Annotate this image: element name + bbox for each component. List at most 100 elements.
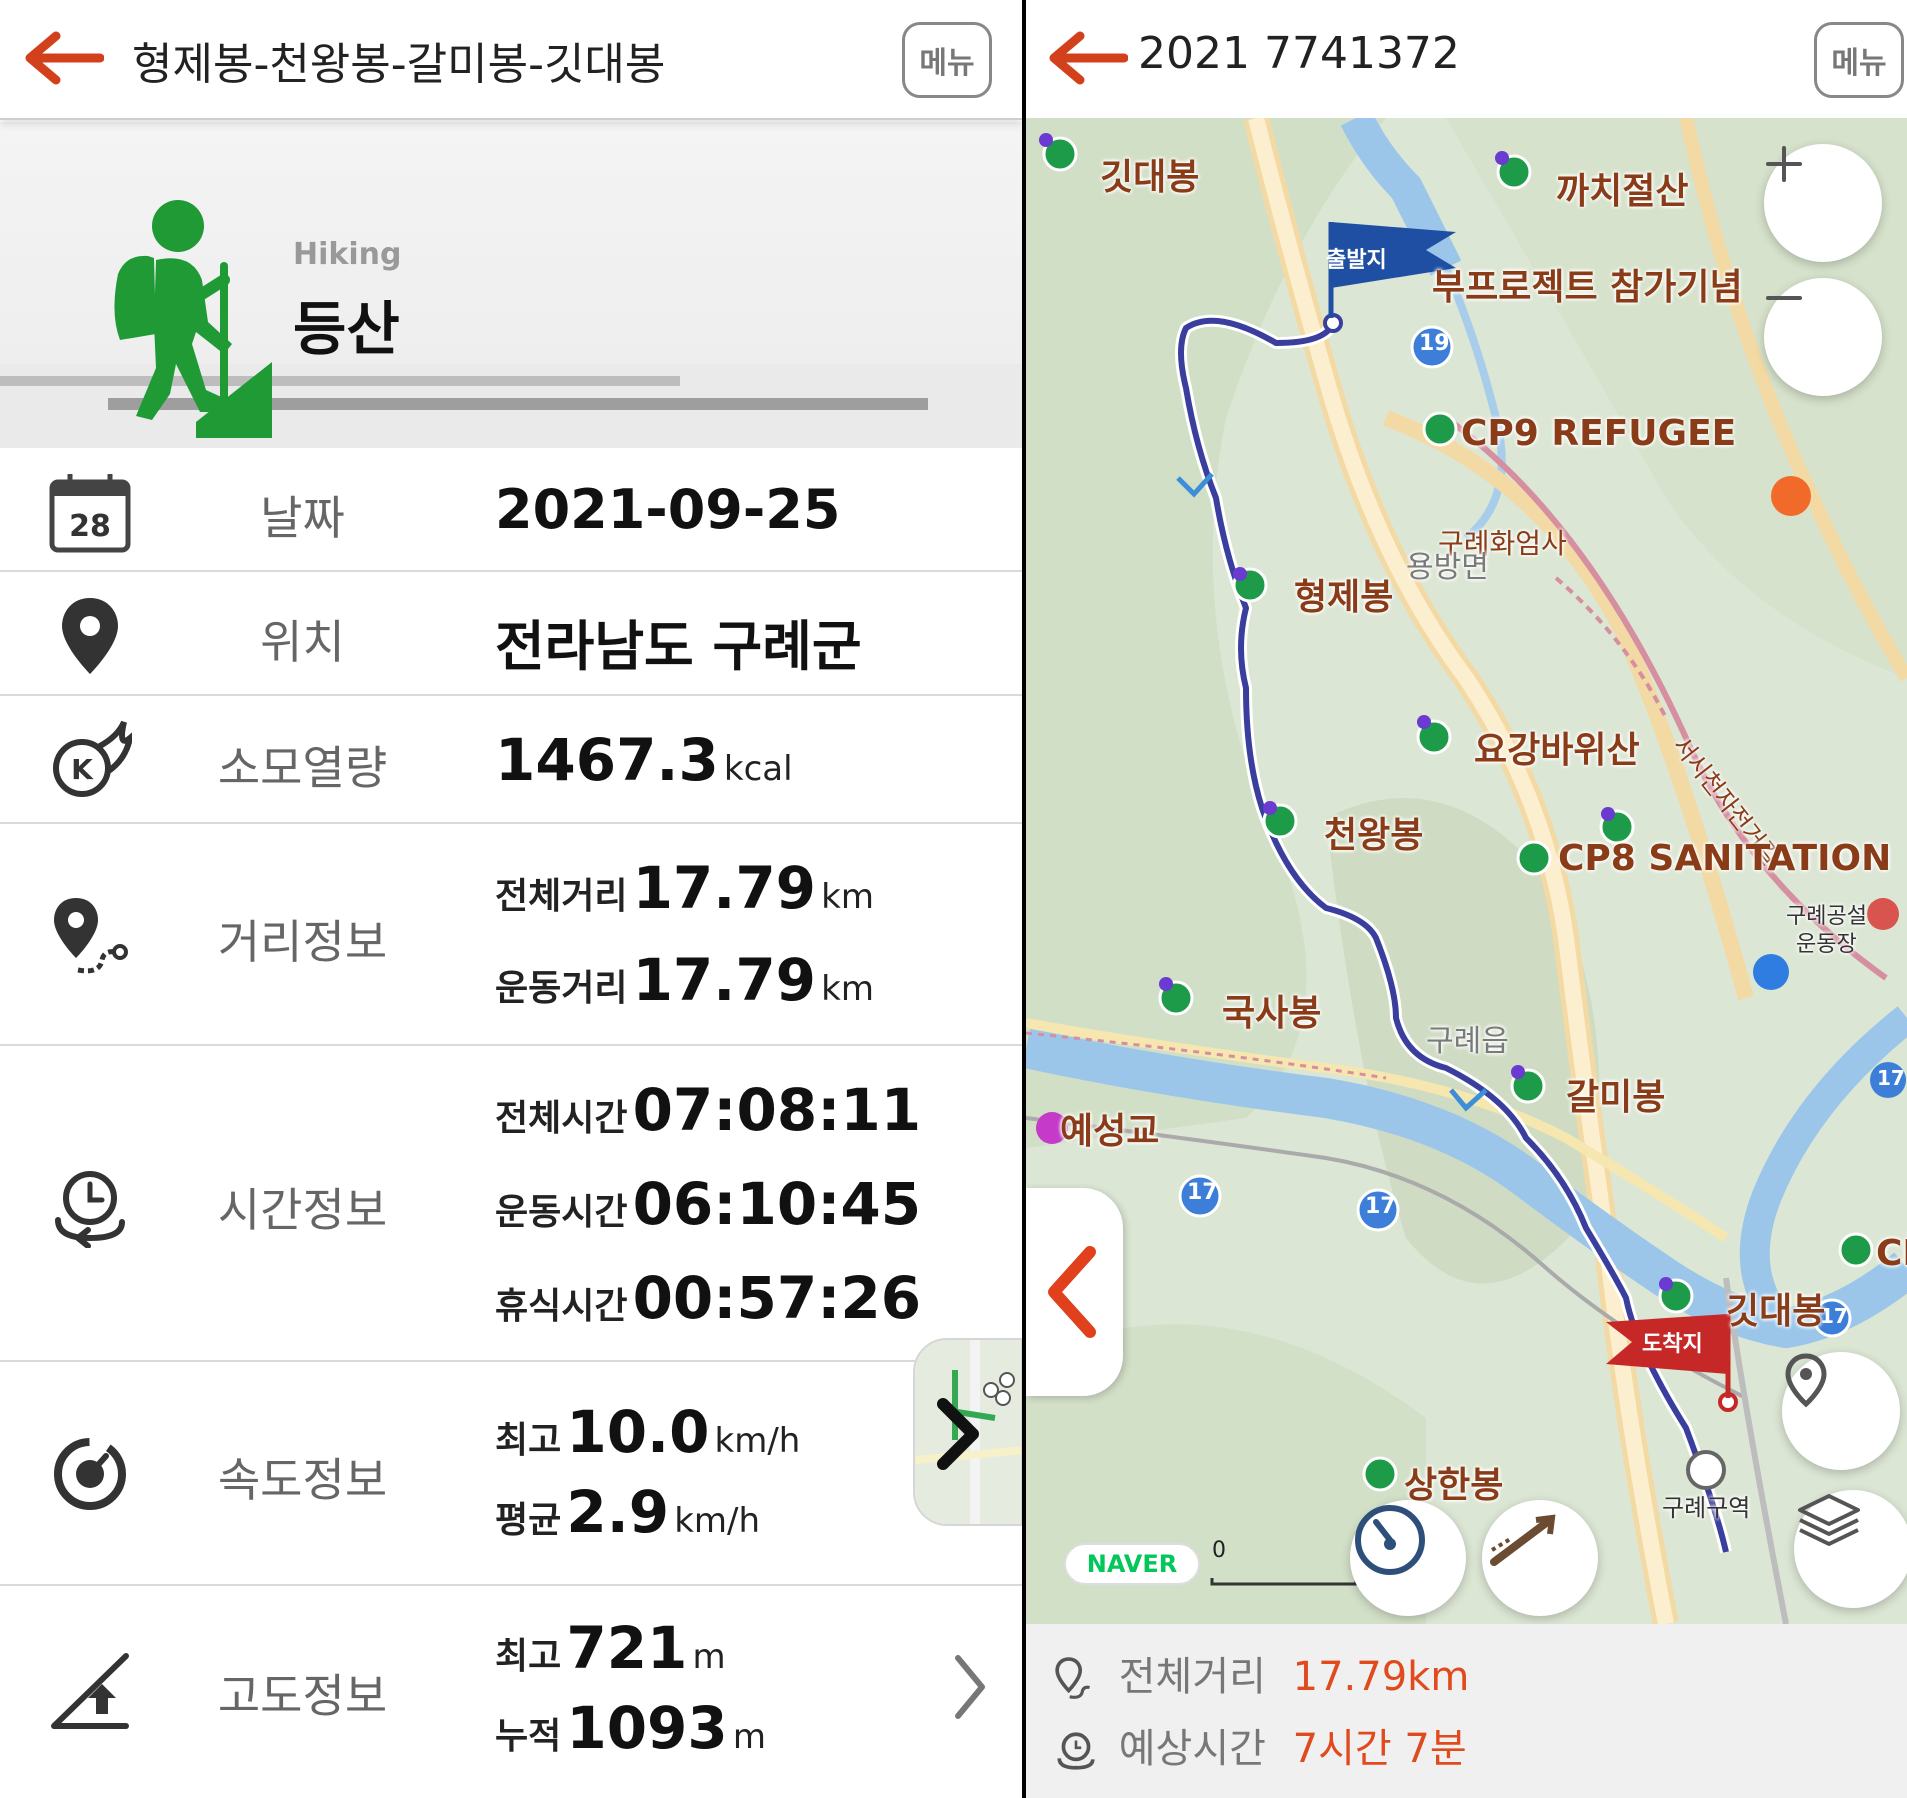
- elevation-chart-icon: [1490, 1514, 1556, 1566]
- moving-distance-unit: km: [821, 969, 874, 1009]
- route-map-panel: 2021 7741372 메뉴 19 17 17 17 17 깃대봉 까치절산 …: [1026, 0, 1907, 1798]
- calendar-day-number: 28: [69, 509, 111, 544]
- map-preview-button[interactable]: [913, 1338, 1022, 1526]
- map-label-cp8[interactable]: CP8 SANITATION: [1558, 838, 1891, 879]
- plus-icon: [1766, 146, 1802, 182]
- map-label-project[interactable]: 부프로젝트 참가기념: [1432, 258, 1743, 310]
- speedometer-icon: [1355, 1505, 1425, 1575]
- estimated-time-value: 7시간 7분: [1292, 1726, 1467, 1772]
- max-altitude-label: 최고: [495, 1636, 562, 1677]
- speedometer-icon: [54, 1438, 126, 1510]
- location-row: 위치 전라남도 구례군: [0, 572, 1022, 696]
- clock-icon: [1057, 1732, 1095, 1770]
- route-title: 2021 7741372: [1138, 28, 1460, 79]
- estimated-time-label: 예상시간: [1118, 1726, 1266, 1772]
- svg-text:K: K: [71, 753, 94, 786]
- map-view[interactable]: 19 17 17 17 17 깃대봉 까치절산 부프로젝트 참가기념 출발지 C…: [1026, 118, 1907, 1624]
- menu-button[interactable]: 메뉴: [1814, 22, 1904, 98]
- distance-route-icon: [54, 898, 128, 974]
- calories-row: K 소모열량 1467.3 kcal: [0, 696, 1022, 824]
- date-row: 28 날짜 2021-09-25: [0, 448, 1022, 572]
- layers-icon: [1798, 1494, 1860, 1546]
- moving-time-label: 운동시간: [495, 1192, 628, 1233]
- road-number: 17: [1365, 1194, 1396, 1219]
- map-label-kkachi[interactable]: 까치절산: [1556, 162, 1688, 214]
- total-distance-unit: km: [821, 877, 874, 917]
- total-distance-value: 17.79km: [1292, 1654, 1470, 1700]
- time-row: 시간정보 전체시간 07:08:11 운동시간 06:10:45 휴식시간 00…: [0, 1046, 1022, 1362]
- map-label-gitdaebong[interactable]: 깃대봉: [1100, 148, 1199, 200]
- road-number: 19: [1419, 331, 1450, 356]
- calorie-fire-icon: K: [53, 720, 132, 797]
- map-label-cheonwang[interactable]: 천왕봉: [1324, 806, 1423, 858]
- activity-banner: Hiking 등산: [0, 122, 1022, 448]
- chevron-right-icon[interactable]: [950, 1652, 990, 1722]
- route-summary: 전체거리 17.79km 예상시간 7시간 7분: [1026, 1624, 1907, 1798]
- map-label-galmi[interactable]: 갈미봉: [1566, 1068, 1665, 1120]
- menu-button[interactable]: 메뉴: [902, 22, 992, 98]
- avg-speed-unit: km/h: [674, 1501, 761, 1541]
- location-label: 위치: [260, 615, 345, 669]
- location-value: 전라남도 구례군: [495, 615, 862, 678]
- distance-label: 거리정보: [217, 915, 388, 969]
- left-top-bar: 형제봉-천왕봉-갈미봉-깃대봉 메뉴: [0, 0, 1022, 120]
- map-layers-button[interactable]: [1794, 1490, 1907, 1608]
- page-title: 형제봉-천왕봉-갈미봉-깃대봉: [132, 39, 666, 90]
- location-pin-icon: [62, 598, 118, 674]
- total-time-value: 07:08:11: [632, 1076, 922, 1144]
- total-distance-label: 전체거리: [1118, 1654, 1266, 1700]
- zoom-in-button[interactable]: [1764, 144, 1882, 262]
- speed-row: 속도정보 최고 10.0 km/h 평균 2.9 km/h: [0, 1362, 1022, 1586]
- distance-route-icon: [1055, 1657, 1090, 1699]
- back-arrow-icon[interactable]: [24, 28, 104, 88]
- rest-time-value: 00:57:26: [632, 1264, 922, 1332]
- road-number: 17: [1187, 1180, 1218, 1205]
- total-distance-label: 전체거리: [495, 876, 628, 917]
- max-altitude-unit: m: [692, 1637, 726, 1677]
- map-label-cp-partial[interactable]: CP: [1876, 1233, 1907, 1274]
- moving-time-value: 06:10:45: [632, 1170, 922, 1238]
- map-label-undongjang: 운동장: [1796, 932, 1857, 957]
- map-label-guksa[interactable]: 국사봉: [1222, 984, 1321, 1036]
- chevron-left-icon: [1048, 1246, 1096, 1338]
- activity-type-en: Hiking: [293, 237, 402, 272]
- calendar-icon: 28: [49, 474, 131, 553]
- max-speed-value: 10.0: [566, 1398, 710, 1466]
- my-location-button[interactable]: [1782, 1352, 1900, 1470]
- altitude-row[interactable]: 고도정보 최고 721 m 누적 1093 m: [0, 1586, 1022, 1798]
- zoom-out-button[interactable]: [1764, 278, 1882, 396]
- right-top-bar: 2021 7741372 메뉴: [1026, 0, 1907, 118]
- cumulative-altitude-value: 1093: [566, 1694, 728, 1762]
- calories-unit: kcal: [723, 749, 793, 789]
- back-arrow-icon[interactable]: [1048, 28, 1128, 88]
- total-time-label: 전체시간: [495, 1098, 628, 1139]
- hiker-icon: [114, 200, 272, 438]
- minus-icon: [1766, 296, 1802, 300]
- activity-type-ko: 등산: [293, 295, 400, 363]
- location-pin-icon: [1785, 1353, 1827, 1408]
- naver-logo: NAVER: [1064, 1543, 1200, 1585]
- collapse-panel-button[interactable]: [1026, 1188, 1123, 1396]
- map-label-hyeongje[interactable]: 형제봉: [1294, 568, 1393, 620]
- max-speed-unit: km/h: [714, 1421, 801, 1461]
- total-distance-value: 17.79: [632, 854, 817, 922]
- distance-row: 거리정보 전체거리 17.79 km 운동거리 17.79 km: [0, 824, 1022, 1046]
- map-label-yogang[interactable]: 요강바위산: [1474, 721, 1640, 773]
- map-label-gitdaebong-south[interactable]: 깃대봉: [1726, 1282, 1825, 1334]
- cumulative-altitude-label: 누적: [495, 1716, 562, 1757]
- speed-overlay-button[interactable]: [1350, 1500, 1466, 1616]
- map-label-yeseong[interactable]: 예성교: [1060, 1102, 1159, 1154]
- avg-speed-label: 평균: [495, 1500, 562, 1541]
- calories-label: 소모열량: [217, 741, 388, 795]
- moving-distance-label: 운동거리: [495, 968, 628, 1009]
- start-flag-label: 출발지: [1326, 248, 1387, 273]
- moving-distance-value: 17.79: [632, 946, 817, 1014]
- map-label-cp9[interactable]: CP9 REFUGEE: [1461, 413, 1736, 454]
- map-label-station[interactable]: 구례구역: [1662, 1488, 1750, 1523]
- map-label-yongbang: 용방면: [1406, 550, 1489, 585]
- cumulative-altitude-unit: m: [732, 1717, 766, 1757]
- avg-speed-value: 2.9: [566, 1478, 670, 1546]
- elevation-overlay-button[interactable]: [1482, 1500, 1598, 1616]
- date-label: 날짜: [260, 491, 345, 545]
- activity-detail-panel: 형제봉-천왕봉-갈미봉-깃대봉 메뉴 Hiking 등산 28 날짜 2021-…: [0, 0, 1022, 1798]
